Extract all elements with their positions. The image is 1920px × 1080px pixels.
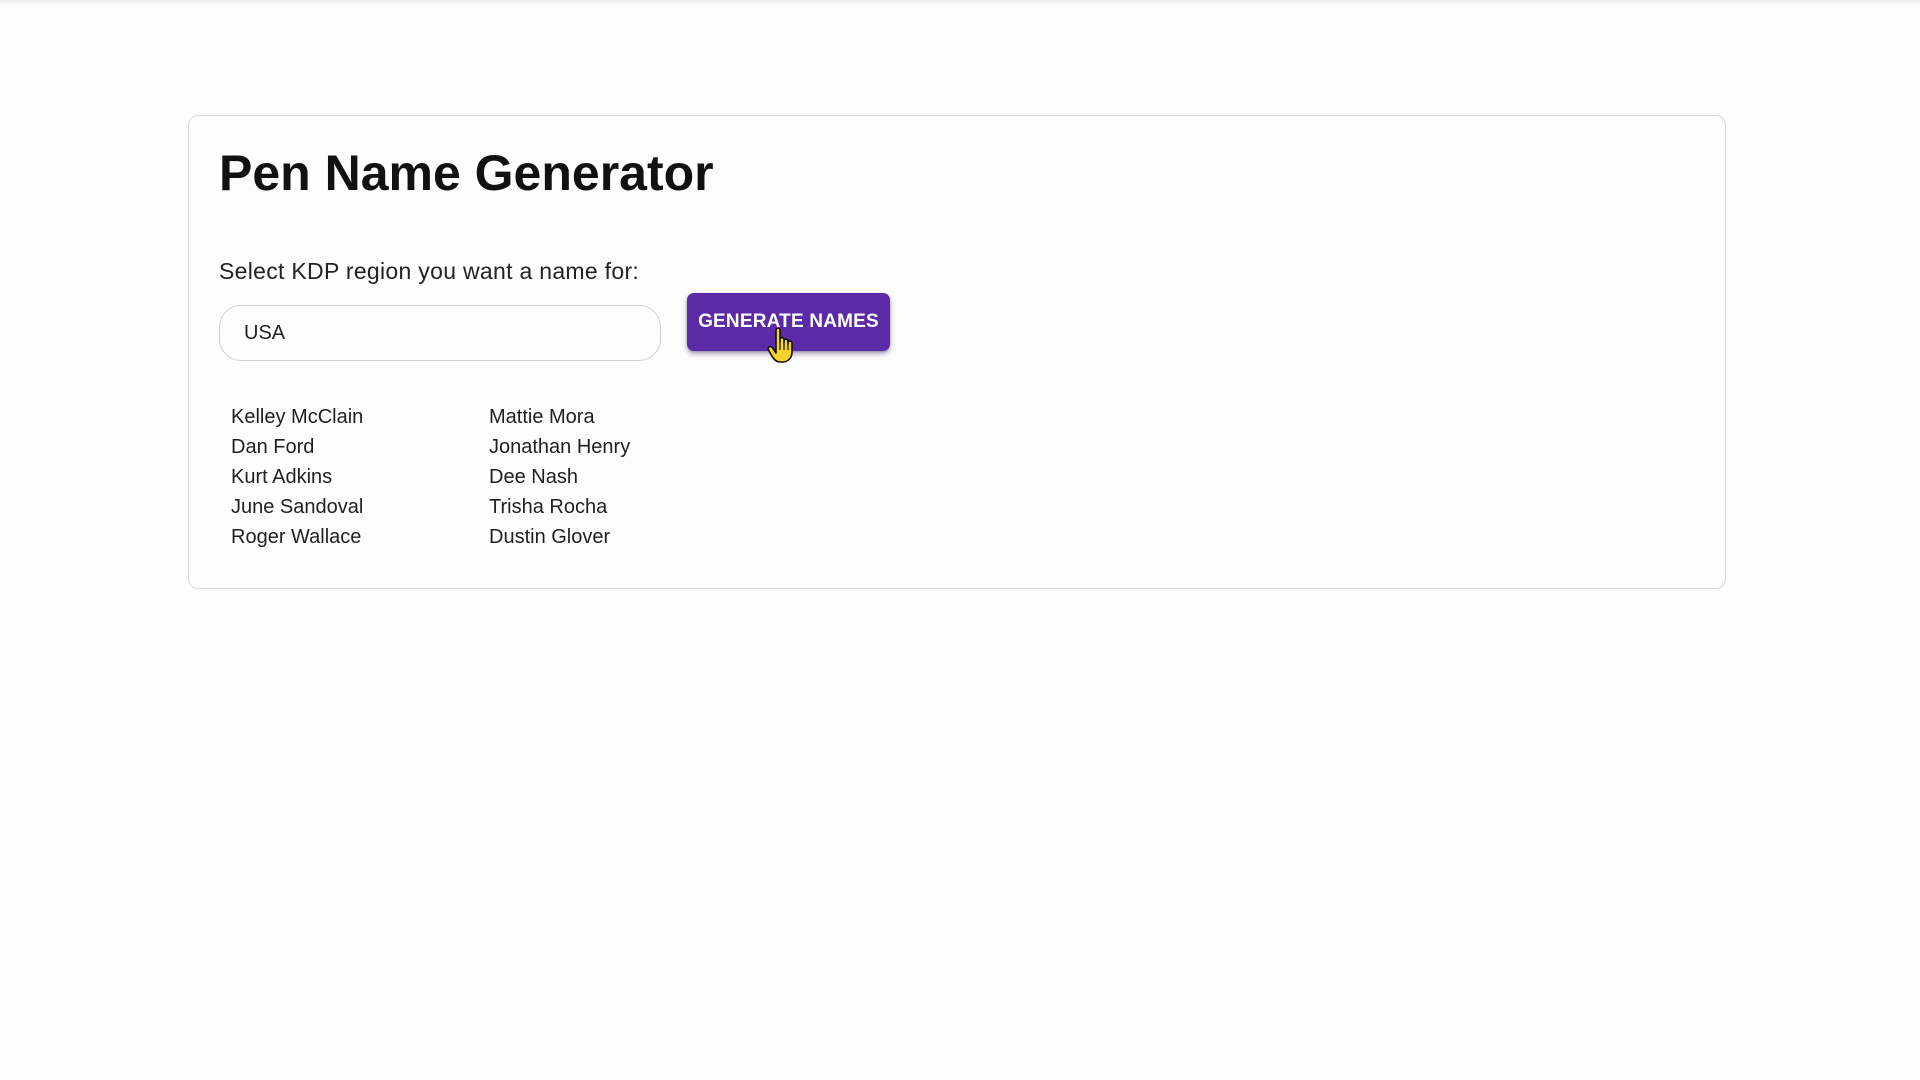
name-item: Dan Ford — [231, 436, 315, 458]
name-item: Roger Wallace — [231, 526, 362, 548]
name-item: June Sandoval — [231, 496, 364, 518]
region-input[interactable] — [219, 305, 661, 361]
generate-names-button[interactable]: GENERATE NAMES — [687, 293, 890, 351]
name-item: Trisha Rocha — [489, 496, 608, 518]
name-item: Dustin Glover — [489, 526, 611, 548]
generator-card: Pen Name Generator Select KDP region you… — [188, 115, 1726, 589]
top-divider — [0, 0, 1920, 3]
name-item: Dee Nash — [489, 466, 578, 488]
name-item: Kelley McClain — [231, 406, 364, 428]
names-list-column-1: Kelley McClain Dan Ford Kurt Adkins June… — [231, 402, 363, 552]
region-label: Select KDP region you want a name for: — [219, 258, 640, 284]
names-list-column-2: Mattie Mora Jonathan Henry Dee Nash Tris… — [489, 402, 630, 552]
page-title: Pen Name Generator — [219, 145, 714, 201]
name-item: Kurt Adkins — [231, 466, 333, 488]
name-item: Jonathan Henry — [489, 436, 631, 458]
name-item: Mattie Mora — [489, 406, 595, 428]
